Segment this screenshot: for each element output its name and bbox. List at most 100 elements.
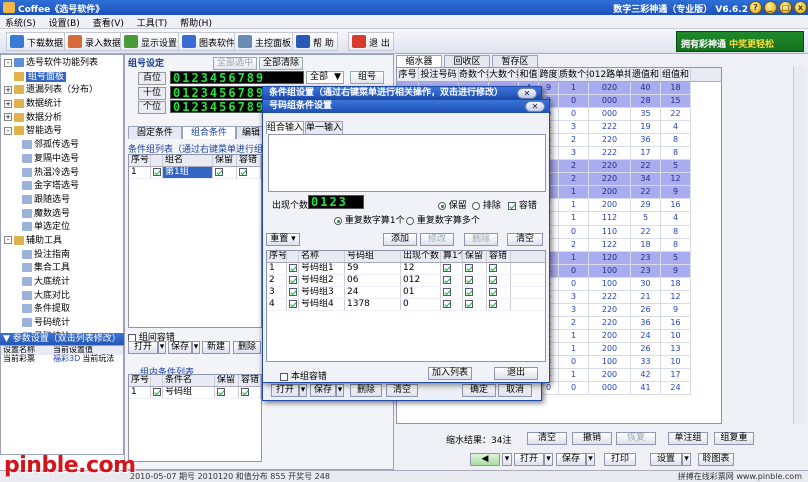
back-arrow-button[interactable]: ◀ xyxy=(470,453,500,466)
display-settings-button[interactable]: 显示设置 xyxy=(120,32,182,51)
clear-all-button[interactable]: 全部清除 xyxy=(259,57,304,70)
save-button[interactable]: 保存 xyxy=(556,453,586,466)
menu-settings[interactable]: 设置(B) xyxy=(44,15,85,30)
control-panel-button[interactable]: 主控面板 xyxy=(234,32,296,51)
local-fault-option[interactable]: 本组容错 xyxy=(280,369,327,382)
keep-checkbox[interactable] xyxy=(215,167,223,176)
save-cond-dropdown[interactable]: ▾ xyxy=(192,341,200,354)
chart-button[interactable]: 聆图表 xyxy=(698,453,734,466)
column-header[interactable]: 名称 xyxy=(299,251,345,262)
menu-view[interactable]: 查看(V) xyxy=(88,15,129,30)
reset-button[interactable]: 重置 ▾ xyxy=(266,233,300,246)
row-checkbox[interactable] xyxy=(153,167,161,176)
dlg1-cancel-button[interactable]: 取消 xyxy=(498,384,532,397)
hundreds-digits[interactable]: 0123456789 xyxy=(170,71,304,84)
open-cond-button[interactable]: 打开 xyxy=(128,341,158,354)
count-one-checkbox[interactable] xyxy=(443,263,451,272)
dlg1-delete-button[interactable]: 删除 xyxy=(350,384,382,397)
column-header[interactable]: 遗值和 xyxy=(631,68,661,81)
keep-checkbox[interactable] xyxy=(465,275,473,284)
table-row[interactable]: 1 号码组1 59 12 xyxy=(267,263,545,275)
close-icon[interactable]: ✕ xyxy=(525,101,545,112)
open-dropdown[interactable]: ▾ xyxy=(544,453,553,466)
column-header[interactable]: 质数个数 xyxy=(559,68,589,81)
tree-item[interactable]: - 辅助工具 xyxy=(4,235,123,249)
dlg1-save-button[interactable]: 保存 xyxy=(310,384,336,397)
inner-cond-table[interactable]: 序号 条件名 保留 容错 1 号码组 xyxy=(128,374,262,462)
dlg1-save-dropdown[interactable]: ▾ xyxy=(336,384,344,397)
row-checkbox[interactable] xyxy=(289,299,297,308)
exclude-option[interactable]: 排除 xyxy=(472,198,501,211)
select-all-button[interactable]: 全部选中 xyxy=(213,57,258,70)
tab-fixed-condition[interactable]: 固定条件 xyxy=(128,126,182,139)
row-checkbox[interactable] xyxy=(289,275,297,284)
dup-one-radio[interactable] xyxy=(334,216,342,225)
keep-checkbox[interactable] xyxy=(465,299,473,308)
help-window-button[interactable]: ? xyxy=(749,1,762,14)
tree-item[interactable]: 投注指南 xyxy=(4,249,123,263)
tree-item[interactable]: 热温冷选号 xyxy=(4,167,123,181)
column-header[interactable]: 012路单排 xyxy=(589,68,631,81)
column-header[interactable]: 和值 xyxy=(519,68,539,81)
tree-item[interactable]: 条件提取 xyxy=(4,303,123,317)
delete-button[interactable]: 删除 xyxy=(464,233,498,246)
table-row[interactable]: 1 第1组 xyxy=(129,167,261,179)
column-header[interactable]: 序号 xyxy=(267,251,287,262)
column-header[interactable]: 大数个数 xyxy=(489,68,519,81)
column-header[interactable]: 组值和 xyxy=(661,68,691,81)
tree-item[interactable]: 组号面板 xyxy=(4,71,123,85)
tree-item[interactable]: 号码统计 xyxy=(4,317,123,331)
column-header[interactable] xyxy=(287,251,299,262)
column-header[interactable]: 投注号码 xyxy=(419,68,459,81)
chart-software-button[interactable]: 图表软件 xyxy=(178,32,240,51)
tree-item[interactable]: 金字塔选号 xyxy=(4,180,123,194)
fault-checkbox[interactable] xyxy=(239,167,247,176)
fault-checkbox[interactable] xyxy=(508,201,516,210)
promo-banner[interactable]: 拥有彩神通 中奖更轻松 xyxy=(676,31,804,52)
number-input-area[interactable] xyxy=(268,134,546,192)
exclude-radio[interactable] xyxy=(472,201,480,210)
column-header[interactable]: 算1个 xyxy=(441,251,463,262)
menu-help[interactable]: 帮助(H) xyxy=(175,15,217,30)
clear-button[interactable]: 清空 xyxy=(527,432,567,445)
clear-button[interactable]: 清空 xyxy=(507,233,543,246)
dup-one-option[interactable]: 重复数字算1个 xyxy=(334,213,405,226)
settings-dropdown[interactable]: ▾ xyxy=(682,453,691,466)
add-to-list-button[interactable]: 加入列表 xyxy=(428,367,472,380)
fault-checkbox[interactable] xyxy=(489,287,497,296)
back-dropdown[interactable]: ▾ xyxy=(502,453,512,466)
tree-item[interactable]: 单选定位 xyxy=(4,221,123,235)
dup-many-option[interactable]: 重复数字算多个 xyxy=(406,213,480,226)
param-table[interactable]: 设置名称当前设置值 当前彩票福彩3D当前玩法原始玩法分析方式原始数据机球设置全部… xyxy=(0,345,124,455)
tree-item[interactable]: 大底对比 xyxy=(4,290,123,304)
column-header[interactable]: 保留 xyxy=(463,251,487,262)
open-cond-dropdown[interactable]: ▾ xyxy=(158,341,166,354)
fault-checkbox[interactable] xyxy=(489,299,497,308)
count-one-checkbox[interactable] xyxy=(443,299,451,308)
column-header[interactable]: 容错 xyxy=(487,251,511,262)
column-header[interactable]: 跨度 xyxy=(539,68,559,81)
group-button[interactable]: 组号 xyxy=(350,71,384,84)
exit-button[interactable]: 退 出 xyxy=(348,32,394,51)
download-data-button[interactable]: 下载数据 xyxy=(6,32,68,51)
tree-item[interactable]: + 数据分析 xyxy=(4,112,123,126)
settings-button[interactable]: 设置 xyxy=(650,453,682,466)
redo-button[interactable]: 恢复 xyxy=(616,432,656,445)
row-hundreds-label[interactable]: 百位 xyxy=(138,72,166,85)
local-fault-checkbox[interactable] xyxy=(280,372,288,381)
dlg1-open-button[interactable]: 打开 xyxy=(271,384,299,397)
param-row[interactable]: 当前彩票 福彩3D xyxy=(1,354,80,364)
fault-checkbox[interactable] xyxy=(489,275,497,284)
keep-checkbox[interactable] xyxy=(465,263,473,272)
tab-combo-input[interactable]: 组合输入 xyxy=(266,121,304,134)
tree-item[interactable]: 跟随选号 xyxy=(4,194,123,208)
column-header[interactable]: 号码组 xyxy=(345,251,401,262)
enter-data-button[interactable]: 录入数据 xyxy=(64,32,126,51)
delete-cond-button[interactable]: 删除 xyxy=(233,341,261,354)
dlg1-open-dropdown[interactable]: ▾ xyxy=(299,384,307,397)
dlg1-clear-button[interactable]: 清空 xyxy=(386,384,418,397)
dup-many-radio[interactable] xyxy=(406,216,414,225)
row-tens-label[interactable]: 十位 xyxy=(138,87,166,100)
tree-item[interactable]: 复隔中选号 xyxy=(4,153,123,167)
group-dedupe-button[interactable]: 组复重 xyxy=(714,432,754,445)
